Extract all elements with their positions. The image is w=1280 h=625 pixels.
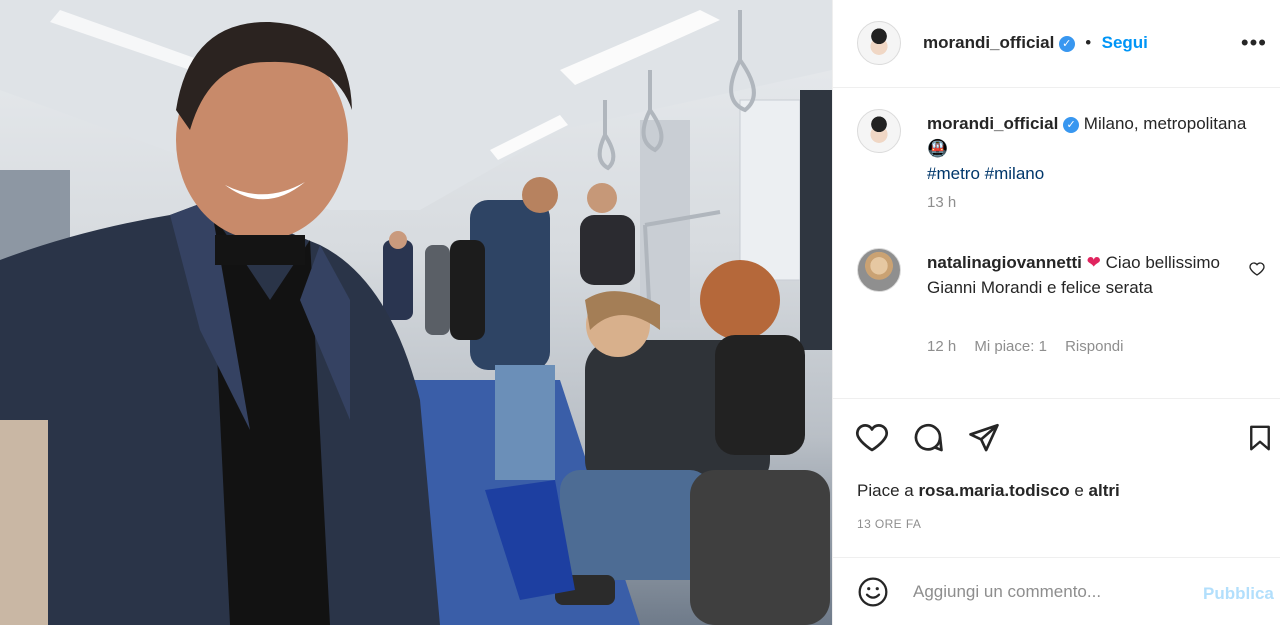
like-comment-icon[interactable] bbox=[1249, 261, 1265, 277]
caption-text: Milano, metropolitana bbox=[1083, 114, 1247, 133]
separator-dot: • bbox=[1085, 33, 1092, 52]
likes-connector: e bbox=[1074, 481, 1084, 500]
likes-others[interactable]: altri bbox=[1089, 481, 1120, 500]
likes-prefix: Piace a bbox=[857, 481, 914, 500]
comment-meta: 12 h Mi piace: 1 Rispondi bbox=[927, 338, 1137, 355]
caption: morandi_official ✓ Milano, metropolitana… bbox=[857, 109, 1267, 219]
comment-item: natalinagiovannetti ❤ Ciao bellissimo Gi… bbox=[857, 248, 1267, 368]
post-header: morandi_official ✓ • Segui ••• bbox=[833, 0, 1280, 88]
comment-input[interactable] bbox=[913, 578, 1183, 606]
post-actions: Piace a rosa.maria.todisco e altri 13 OR… bbox=[833, 398, 1280, 558]
post-timestamp[interactable]: 13 ORE FA bbox=[857, 517, 921, 531]
comment-body: natalinagiovannetti ❤ Ciao bellissimo Gi… bbox=[927, 250, 1252, 300]
commenter-username[interactable]: natalinagiovannetti bbox=[927, 253, 1082, 272]
commenter-avatar[interactable] bbox=[857, 248, 901, 292]
likes-summary: Piace a rosa.maria.todisco e altri bbox=[857, 481, 1120, 501]
metro-emoji-icon: 🚇 bbox=[927, 139, 949, 158]
publish-button[interactable]: Pubblica bbox=[1203, 584, 1274, 604]
share-paper-plane-icon[interactable] bbox=[967, 421, 1001, 455]
author-username[interactable]: morandi_official bbox=[923, 33, 1054, 52]
comment-bubble-icon[interactable] bbox=[911, 421, 945, 455]
metro-selfie-illustration bbox=[0, 0, 832, 625]
caption-meta: 13 h bbox=[927, 194, 970, 211]
caption-avatar[interactable] bbox=[857, 109, 901, 153]
author-avatar[interactable] bbox=[857, 21, 901, 65]
likes-user[interactable]: rosa.maria.todisco bbox=[918, 481, 1069, 500]
post-photo[interactable] bbox=[0, 0, 832, 625]
verified-badge-icon: ✓ bbox=[1063, 117, 1080, 133]
hashtag-metro[interactable]: #metro bbox=[927, 164, 980, 183]
emoji-smiley-icon[interactable] bbox=[857, 576, 889, 608]
like-heart-icon[interactable] bbox=[855, 421, 889, 455]
caption-body: morandi_official ✓ Milano, metropolitana… bbox=[927, 111, 1257, 186]
more-options-icon[interactable]: ••• bbox=[1241, 30, 1267, 56]
comment-likes[interactable]: Mi piace: 1 bbox=[974, 338, 1047, 355]
hashtag-milano[interactable]: #milano bbox=[985, 164, 1045, 183]
reply-button[interactable]: Rispondi bbox=[1065, 338, 1123, 355]
comment-time[interactable]: 12 h bbox=[927, 338, 956, 355]
save-bookmark-icon[interactable] bbox=[1245, 421, 1275, 455]
author-line: morandi_official ✓ • Segui bbox=[923, 33, 1148, 53]
caption-time[interactable]: 13 h bbox=[927, 194, 956, 211]
comments-section[interactable]: morandi_official ✓ Milano, metropolitana… bbox=[833, 88, 1280, 398]
post-sidebar: morandi_official ✓ • Segui ••• morandi_o… bbox=[832, 0, 1280, 625]
heart-emoji-icon: ❤ bbox=[1086, 253, 1101, 272]
verified-badge-icon: ✓ bbox=[1058, 36, 1075, 52]
add-comment-bar: Pubblica bbox=[833, 557, 1280, 625]
caption-username[interactable]: morandi_official bbox=[927, 114, 1058, 133]
follow-button[interactable]: Segui bbox=[1102, 33, 1148, 52]
